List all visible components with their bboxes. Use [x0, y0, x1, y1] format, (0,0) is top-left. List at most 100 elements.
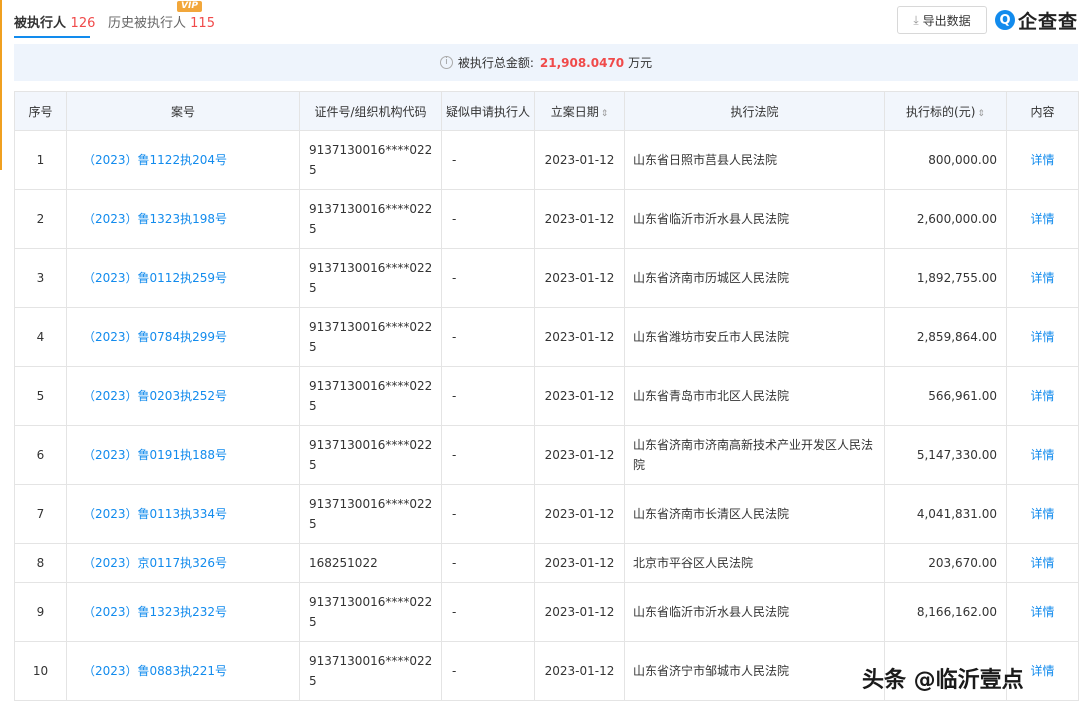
detail-link[interactable]: 详情 — [1006, 484, 1079, 544]
tab-executed-person[interactable]: 被执行人 126 — [14, 12, 95, 31]
filing-date: 2023-01-12 — [534, 484, 625, 544]
logo-mark-icon: Q — [995, 10, 1015, 30]
table-row: 4 （2023）鲁0784执299号 9137130016****0225-2023… — [14, 307, 1079, 367]
header-suspected-applicant: 疑似申请执行人 — [441, 91, 535, 131]
case-number-link[interactable]: （2023）鲁0883执221号 — [66, 641, 300, 701]
id-code: 9137130016****0225 — [299, 425, 442, 485]
sort-icon[interactable]: ⇕ — [601, 109, 609, 119]
suspected-applicant: - — [441, 366, 535, 426]
execution-amount: 203,670.00 — [884, 543, 1007, 583]
download-icon: ⤓ — [913, 12, 919, 27]
id-code: 9137130016****0225 — [299, 641, 442, 701]
active-tab-underline — [14, 36, 90, 38]
total-amount-summary: i 被执行总金额: 21,908.0470 万元 — [14, 44, 1078, 81]
execution-amount: 5,147,330.00 — [884, 425, 1007, 485]
execution-amount: 4,041,831.00 — [884, 484, 1007, 544]
row-index: 5 — [14, 366, 67, 426]
export-label: 导出数据 — [922, 13, 971, 28]
table-row: 7 （2023）鲁0113执334号 9137130016****0225-2023… — [14, 484, 1079, 544]
id-code: 9137130016****0225 — [299, 366, 442, 426]
tab-count: 126 — [70, 16, 96, 31]
header-amount[interactable]: 执行标的(元) ⇕ — [884, 91, 1007, 131]
header-court: 执行法院 — [624, 91, 885, 131]
suspected-applicant: - — [441, 248, 535, 308]
header-label: 执行标的(元) — [906, 104, 976, 119]
executing-court: 山东省济南市济南高新技术产业开发区人民法院 — [624, 425, 885, 485]
id-code: 9137130016****0225 — [299, 130, 442, 190]
row-index: 3 — [14, 248, 67, 308]
detail-link[interactable]: 详情 — [1006, 307, 1079, 367]
suspected-applicant: - — [441, 543, 535, 583]
suspected-applicant: - — [441, 189, 535, 249]
logo-text: 企查查 — [1018, 10, 1079, 33]
execution-amount: 2,600,000.00 — [884, 189, 1007, 249]
id-code: 9137130016****0225 — [299, 248, 442, 308]
id-code: 9137130016****0225 — [299, 307, 442, 367]
filing-date: 2023-01-12 — [534, 189, 625, 249]
filing-date: 2023-01-12 — [534, 248, 625, 308]
header-filing-date[interactable]: 立案日期 ⇕ — [534, 91, 625, 131]
execution-amount: 566,961.00 — [884, 366, 1007, 426]
header-id-code: 证件号/组织机构代码 — [299, 91, 442, 131]
detail-link[interactable]: 详情 — [1006, 425, 1079, 485]
executing-court: 山东省济南市长清区人民法院 — [624, 484, 885, 544]
header-index: 序号 — [14, 91, 67, 131]
filing-date: 2023-01-12 — [534, 307, 625, 367]
suspected-applicant: - — [441, 582, 535, 642]
row-index: 4 — [14, 307, 67, 367]
id-code: 9137130016****0225 — [299, 484, 442, 544]
sort-icon[interactable]: ⇕ — [977, 109, 985, 119]
execution-amount: 1,892,755.00 — [884, 248, 1007, 308]
execution-amount: 2,859,864.00 — [884, 307, 1007, 367]
detail-link[interactable]: 详情 — [1006, 366, 1079, 426]
filing-date: 2023-01-12 — [534, 582, 625, 642]
row-index: 8 — [14, 543, 67, 583]
header-label: 立案日期 — [550, 104, 599, 119]
case-number-link[interactable]: （2023）鲁0203执252号 — [66, 366, 300, 426]
case-number-link[interactable]: （2023）鲁0112执259号 — [66, 248, 300, 308]
executing-court: 山东省青岛市市北区人民法院 — [624, 366, 885, 426]
executing-court: 山东省济宁市邹城市人民法院 — [624, 641, 885, 701]
table-row: 5 （2023）鲁0203执252号 9137130016****0225-2023… — [14, 366, 1079, 426]
summary-label: 被执行总金额: — [457, 56, 534, 70]
table-row: 2 （2023）鲁1323执198号 9137130016****0225-2023… — [14, 189, 1079, 249]
case-number-link[interactable]: （2023）鲁1122执204号 — [66, 130, 300, 190]
case-number-link[interactable]: （2023）鲁0191执188号 — [66, 425, 300, 485]
case-number-link[interactable]: （2023）鲁1323执232号 — [66, 582, 300, 642]
detail-link[interactable]: 详情 — [1006, 189, 1079, 249]
table-header-row: 序号 案号 证件号/组织机构代码 疑似申请执行人 立案日期 ⇕ 执行法院 执行标的… — [14, 91, 1079, 131]
detail-link[interactable]: 详情 — [1006, 543, 1079, 583]
case-number-link[interactable]: （2023）鲁1323执198号 — [66, 189, 300, 249]
row-index: 6 — [14, 425, 67, 485]
row-index: 2 — [14, 189, 67, 249]
tab-label: 历史被执行人 — [108, 16, 187, 31]
watermark: 头条 @临沂壹点 — [862, 668, 1024, 693]
header-content: 内容 — [1006, 91, 1079, 131]
vip-badge: VIP — [177, 1, 202, 12]
executing-court: 山东省日照市莒县人民法院 — [624, 130, 885, 190]
table-row: 3 （2023）鲁0112执259号 9137130016****0225-2023… — [14, 248, 1079, 308]
detail-link[interactable]: 详情 — [1006, 582, 1079, 642]
id-code: 9137130016****0225 — [299, 582, 442, 642]
summary-unit: 万元 — [628, 56, 653, 70]
tab-bar: 被执行人 126 历史被执行人 115 VIP ⤓ 导出数据 Q 企查查 — [0, 0, 1080, 42]
case-number-link[interactable]: （2023）鲁0784执299号 — [66, 307, 300, 367]
executing-court: 北京市平谷区人民法院 — [624, 543, 885, 583]
executing-court: 山东省临沂市沂水县人民法院 — [624, 189, 885, 249]
detail-link[interactable]: 详情 — [1006, 130, 1079, 190]
tab-history-executed-person[interactable]: 历史被执行人 115 — [108, 12, 215, 31]
table-row: 6 （2023）鲁0191执188号 9137130016****0225-2023… — [14, 425, 1079, 485]
suspected-applicant: - — [441, 641, 535, 701]
table-row: 9 （2023）鲁1323执232号 9137130016****0225-2023… — [14, 582, 1079, 642]
suspected-applicant: - — [441, 307, 535, 367]
case-number-link[interactable]: （2023）鲁0113执334号 — [66, 484, 300, 544]
executed-person-table: 序号 案号 证件号/组织机构代码 疑似申请执行人 立案日期 ⇕ 执行法院 执行标的… — [14, 91, 1079, 701]
row-index: 10 — [14, 641, 67, 701]
row-index: 9 — [14, 582, 67, 642]
suspected-applicant: - — [441, 425, 535, 485]
executing-court: 山东省济南市历城区人民法院 — [624, 248, 885, 308]
detail-link[interactable]: 详情 — [1006, 248, 1079, 308]
header-case-number: 案号 — [66, 91, 300, 131]
export-data-button[interactable]: ⤓ 导出数据 — [897, 6, 987, 34]
case-number-link[interactable]: （2023）京0117执326号 — [66, 543, 300, 583]
